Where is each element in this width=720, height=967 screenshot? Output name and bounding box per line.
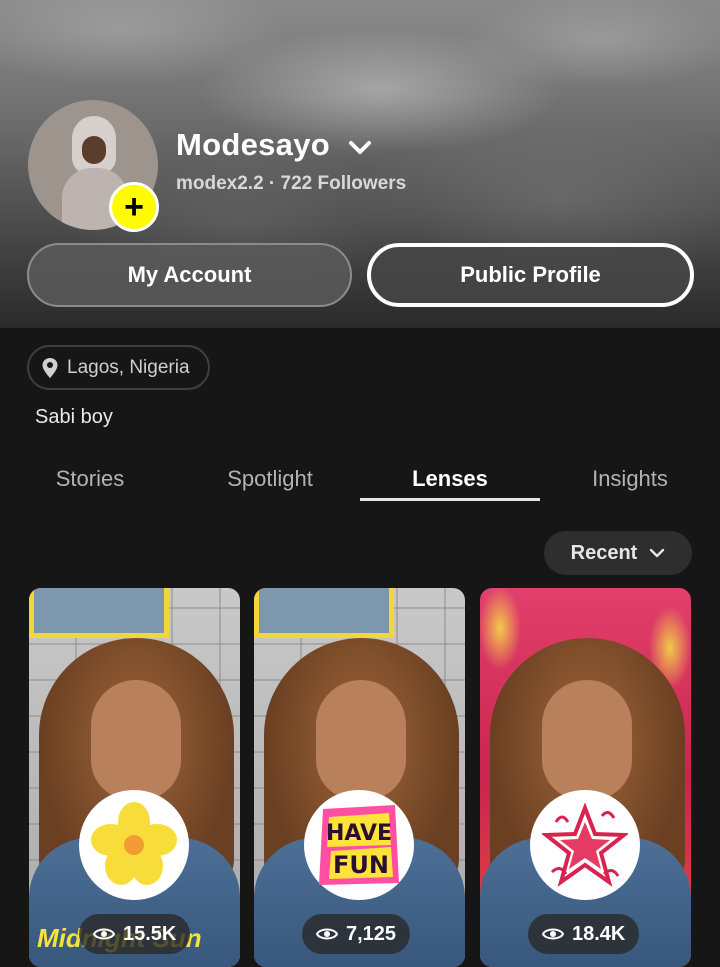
view-count: 15.5K	[123, 922, 177, 945]
view-count-badge: 15.5K	[79, 914, 191, 954]
view-count: 18.4K	[572, 922, 626, 945]
chevron-down-icon	[650, 548, 665, 558]
have-fun-icon: HAVE FUN	[319, 805, 399, 885]
eye-icon	[542, 928, 564, 940]
active-tab-indicator	[360, 498, 540, 501]
sort-label: Recent	[570, 541, 638, 564]
tab-lenses[interactable]: Lenses	[390, 466, 510, 492]
tab-spotlight[interactable]: Spotlight	[210, 466, 330, 492]
lens-preview-window	[254, 588, 394, 638]
hibiscus-flower-icon	[91, 802, 177, 885]
lens-icon-circle	[530, 790, 640, 900]
tab-insights[interactable]: Insights	[570, 466, 690, 492]
display-name: Modesayo	[176, 127, 330, 162]
pink-star-icon	[542, 802, 628, 887]
lens-card[interactable]: 18.4K	[480, 588, 691, 967]
eye-icon	[316, 928, 338, 940]
location-chip[interactable]: Lagos, Nigeria	[27, 345, 210, 390]
svg-text:FUN: FUN	[333, 851, 389, 879]
add-story-button[interactable]: +	[109, 182, 159, 232]
lens-preview-face	[91, 680, 181, 800]
username-followers: modex2.2 · 722 Followers	[176, 173, 407, 194]
location-pin-icon	[42, 357, 58, 378]
location-label: Lagos, Nigeria	[67, 356, 190, 378]
profile-tabs: Stories Spotlight Lenses Insights	[0, 460, 720, 504]
lens-preview-window	[29, 588, 169, 638]
svg-text:HAVE: HAVE	[326, 821, 392, 846]
lens-icon-circle: HAVE FUN	[304, 790, 414, 900]
lens-card[interactable]: Midnight Sun 15.5K	[29, 588, 240, 967]
public-profile-button[interactable]: Public Profile	[367, 243, 694, 307]
view-count: 7,125	[346, 922, 397, 945]
tab-stories[interactable]: Stories	[30, 466, 150, 492]
lens-icon-circle	[79, 790, 189, 900]
my-account-button[interactable]: My Account	[27, 243, 352, 307]
bio-text: Sabi boy	[35, 406, 113, 428]
view-count-badge: 18.4K	[528, 914, 640, 954]
sort-dropdown[interactable]: Recent	[544, 531, 692, 575]
view-count-badge: 7,125	[302, 914, 411, 954]
lens-preview-face	[316, 680, 406, 800]
lens-preview-face	[542, 680, 632, 800]
lens-card[interactable]: HAVE FUN 7,125	[254, 588, 465, 967]
avatar-face	[82, 136, 106, 164]
chevron-down-icon[interactable]	[346, 134, 374, 162]
eye-icon	[93, 928, 115, 940]
